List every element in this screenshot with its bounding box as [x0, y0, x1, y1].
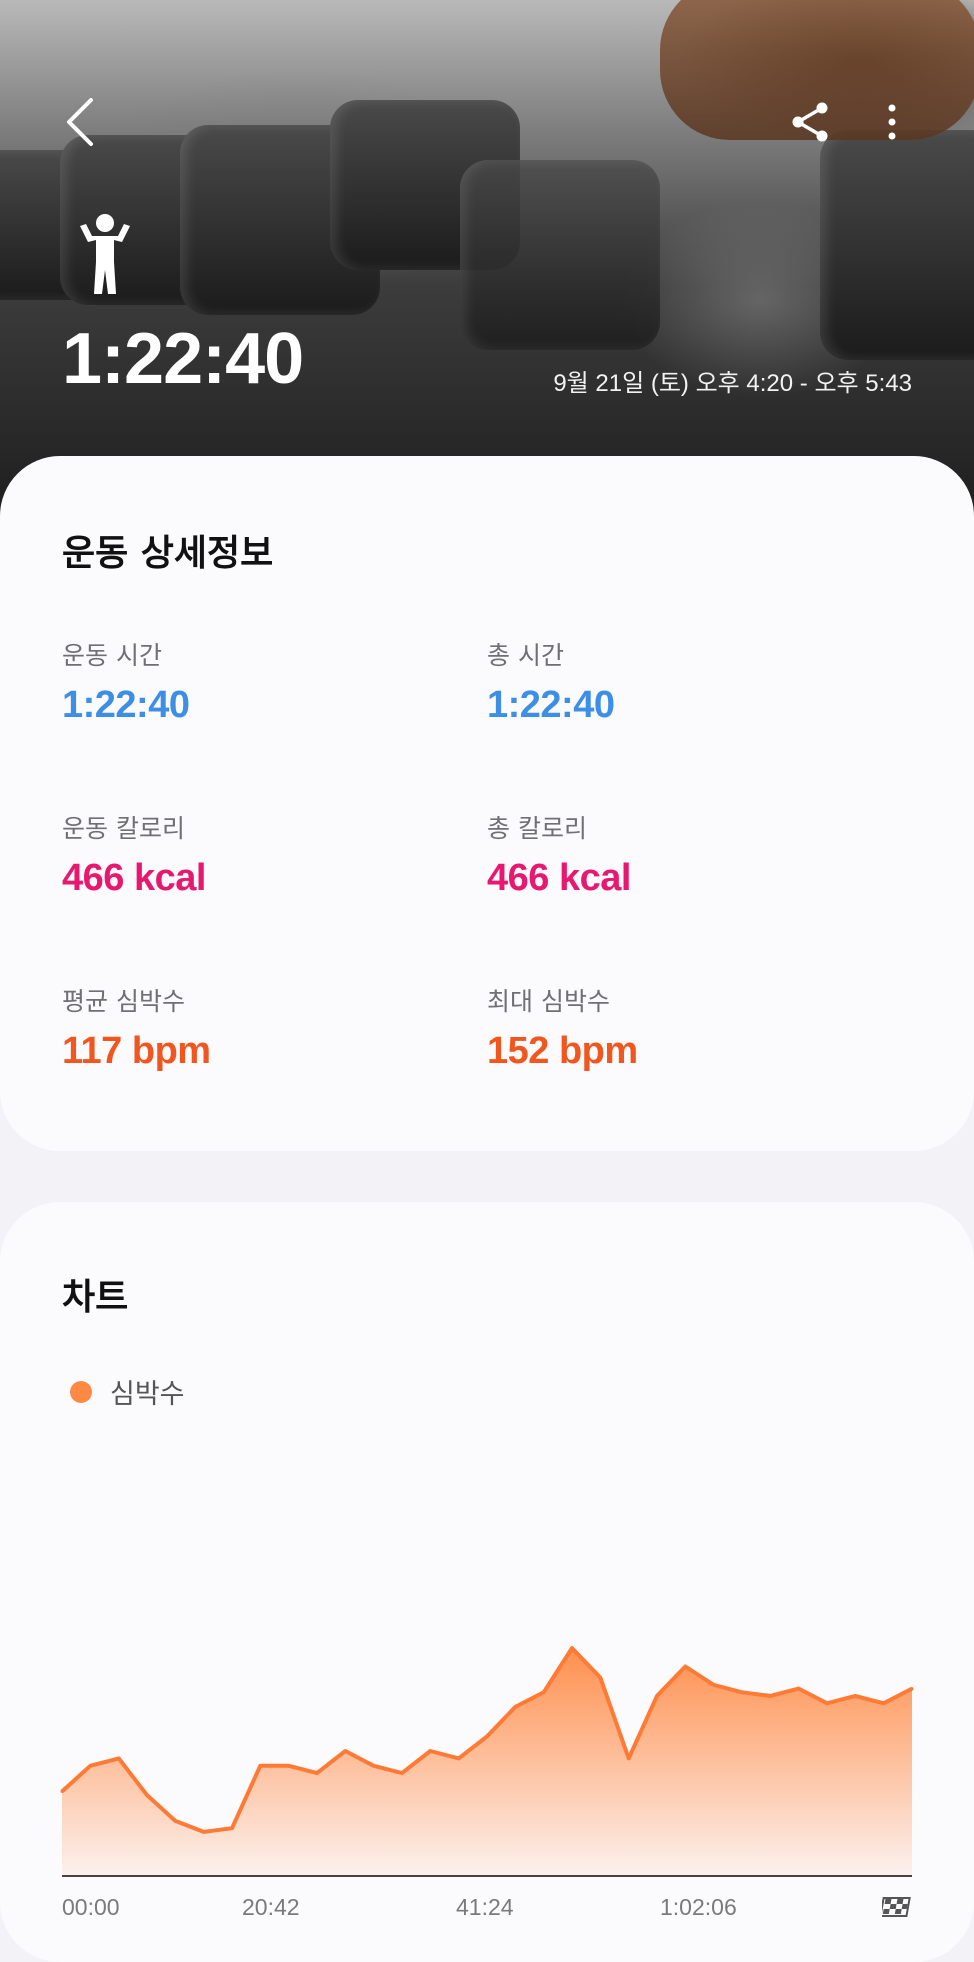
back-arrow-icon	[67, 98, 93, 146]
metric-label: 총 시간	[487, 641, 564, 670]
dumbbell-decor	[460, 160, 660, 350]
metric-label: 운동 시간	[62, 641, 162, 670]
heart-rate-point	[910, 1687, 914, 1691]
metric-exercise-time: 운동 시간 1:22:40	[62, 636, 190, 727]
heart-rate-point	[712, 1683, 716, 1687]
metric-average-heart-rate: 평균 심박수 117 bpm	[62, 982, 211, 1073]
more-vertical-icon	[888, 104, 896, 140]
heart-rate-point	[768, 1694, 772, 1698]
metric-total-calories: 총 칼로리 466 kcal	[487, 809, 631, 900]
heart-rate-point	[570, 1646, 574, 1650]
metric-label: 총 칼로리	[487, 814, 587, 843]
share-button[interactable]	[780, 92, 840, 152]
metric-value: 117 bpm	[62, 1030, 211, 1072]
x-tick-label: 41:24	[456, 1894, 514, 1920]
workout-duration: 1:22:40	[62, 319, 304, 399]
heart-rate-point	[428, 1749, 432, 1753]
metric-label: 평균 심박수	[62, 987, 185, 1016]
checkered-flag-icon	[879, 1896, 912, 1922]
heart-rate-point	[315, 1771, 319, 1775]
heart-rate-point	[258, 1764, 262, 1768]
workout-date-range: 9월 21일 (토) 오후 4:20 - 오후 5:43	[553, 370, 912, 397]
heart-rate-point	[230, 1826, 234, 1830]
heart-rate-point	[88, 1764, 92, 1768]
heart-rate-point	[457, 1756, 461, 1760]
heart-rate-chart	[60, 1646, 914, 1877]
heart-rate-point	[117, 1756, 121, 1760]
heart-rate-area	[62, 1648, 912, 1876]
metric-max-heart-rate: 최대 심박수 152 bpm	[487, 982, 638, 1073]
metric-label: 최대 심박수	[487, 987, 610, 1016]
dumbbell-decor	[820, 130, 974, 360]
metric-value: 466 kcal	[487, 857, 631, 899]
metric-label: 운동 칼로리	[62, 814, 185, 843]
heart-rate-point	[202, 1830, 206, 1834]
share-icon	[792, 102, 828, 142]
heart-rate-point	[740, 1690, 744, 1694]
x-tick-label: 00:00	[62, 1894, 120, 1920]
x-tick-label: 1:02:06	[660, 1894, 737, 1920]
heart-rate-point	[513, 1705, 517, 1709]
heart-rate-point	[655, 1694, 659, 1698]
metric-value: 152 bpm	[487, 1030, 638, 1072]
heart-rate-point	[485, 1734, 489, 1738]
heart-rate-point	[627, 1756, 631, 1760]
heart-rate-point	[825, 1701, 829, 1705]
heart-rate-point	[598, 1676, 602, 1680]
heart-rate-point	[173, 1819, 177, 1823]
heart-rate-point	[882, 1701, 886, 1705]
heart-rate-point	[542, 1690, 546, 1694]
chart-card: 차트 심박수 00:00 20:42 41:24 1:02:06	[0, 1202, 974, 1962]
weightlifting-person-icon	[74, 212, 136, 300]
heart-rate-point	[372, 1764, 376, 1768]
more-options-button[interactable]	[862, 92, 922, 152]
workout-details-card: 운동 상세정보 운동 시간 1:22:40 총 시간 1:22:40 운동 칼로…	[0, 456, 974, 1151]
heart-rate-point	[343, 1749, 347, 1753]
x-tick-label: 20:42	[242, 1894, 300, 1920]
heart-rate-point	[60, 1790, 64, 1793]
metric-value: 466 kcal	[62, 857, 206, 899]
metric-value: 1:22:40	[62, 684, 190, 726]
metric-value: 1:22:40	[487, 684, 615, 726]
heart-rate-point	[287, 1764, 291, 1768]
top-app-bar	[0, 0, 974, 146]
metric-total-time: 총 시간 1:22:40	[487, 636, 615, 727]
details-title: 운동 상세정보	[62, 533, 274, 574]
heart-rate-point	[145, 1793, 149, 1797]
metric-exercise-calories: 운동 칼로리 466 kcal	[62, 809, 206, 900]
heart-rate-point	[683, 1665, 687, 1668]
heart-rate-point	[400, 1771, 404, 1775]
heart-rate-point	[853, 1694, 857, 1698]
back-button[interactable]	[50, 92, 110, 152]
heart-rate-point	[797, 1687, 801, 1691]
